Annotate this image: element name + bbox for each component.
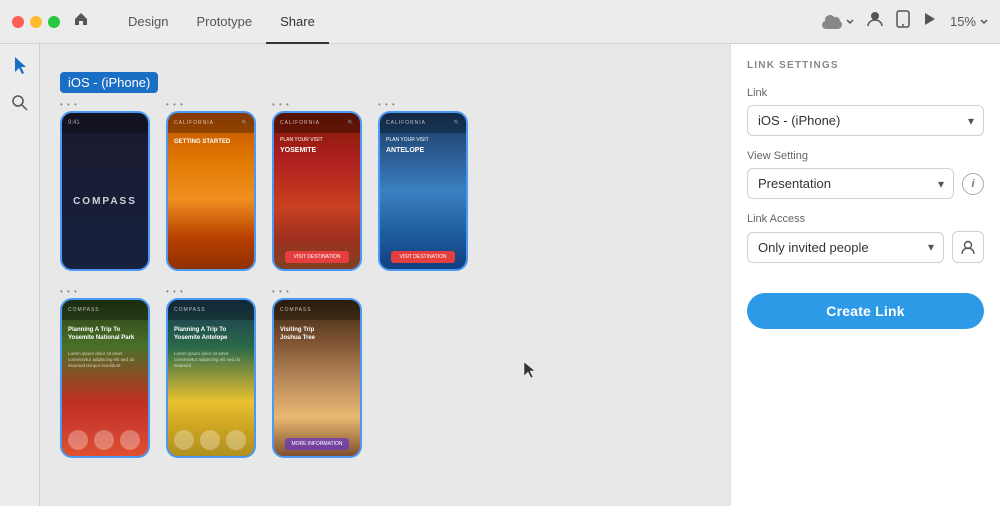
three-dots-7[interactable]: • • • — [272, 287, 362, 296]
phone-group-5: • • • COMPASS Planning A Trip ToYosemite… — [60, 287, 150, 458]
screen-top-bar-7: COMPASS — [274, 300, 360, 320]
screen-content-1: 9:41 COMPASS — [62, 113, 148, 269]
three-dots-6[interactable]: • • • — [166, 287, 256, 296]
phone-row-2: • • • COMPASS Planning A Trip ToYosemite… — [60, 287, 710, 458]
link-access-group: Link Access Only invited people Anyone w… — [747, 213, 984, 263]
screen-top-bar-2: CALIFORNIA 🔍 — [168, 113, 254, 133]
screen-content-5: COMPASS Planning A Trip ToYosemite Natio… — [62, 300, 148, 456]
phone-group-3: • • • CALIFORNIA 🔍 PLAN YOUR VISIT YOSEM… — [272, 100, 362, 271]
screen-top-bar-3: CALIFORNIA 🔍 — [274, 113, 360, 133]
link-label: Link — [747, 87, 984, 99]
screen-content-7: COMPASS Visiting TripJoshua Tree MORE IN… — [274, 300, 360, 456]
phone-mockup-2[interactable]: CALIFORNIA 🔍 GETTING STARTED — [166, 111, 256, 271]
close-button[interactable] — [12, 16, 24, 28]
phone-group-7: • • • COMPASS Visiting TripJoshua Tree M… — [272, 287, 362, 458]
tab-design[interactable]: Design — [114, 0, 182, 44]
phone-group-1: iOS - (iPhone) • • • 9:41 COMPASS — [60, 100, 150, 271]
cloud-button[interactable] — [822, 15, 854, 29]
select-tool[interactable] — [13, 56, 27, 79]
link-select-wrapper: iOS - (iPhone) ▾ — [747, 105, 984, 136]
phone-group-2: • • • CALIFORNIA 🔍 GETTING STARTED — [166, 100, 256, 271]
zoom-control[interactable]: 15% — [950, 14, 988, 29]
phone-mockup-1[interactable]: 9:41 COMPASS — [60, 111, 150, 271]
three-dots-2[interactable]: • • • — [166, 100, 256, 109]
screen-top-bar-5: COMPASS — [62, 300, 148, 320]
play-icon[interactable] — [922, 11, 938, 32]
link-access-select-wrapper: Only invited people Anyone with the link… — [747, 232, 944, 263]
screen-top-bar-4: CALIFORNIA 🔍 — [380, 113, 466, 133]
three-dots-3[interactable]: • • • — [272, 100, 362, 109]
screen-content-3: CALIFORNIA 🔍 PLAN YOUR VISIT YOSEMITE VI… — [274, 113, 360, 269]
nav-tabs: Design Prototype Share — [114, 0, 329, 44]
phone-mockup-7[interactable]: COMPASS Visiting TripJoshua Tree MORE IN… — [272, 298, 362, 458]
screen-top-bar-6: COMPASS — [168, 300, 254, 320]
link-settings-panel: LINK SETTINGS Link iOS - (iPhone) ▾ View… — [730, 44, 1000, 506]
toolbar-right: 15% — [822, 10, 988, 33]
frame-label: iOS - (iPhone) — [60, 72, 158, 93]
link-access-label: Link Access — [747, 213, 984, 225]
link-access-row: Only invited people Anyone with the link… — [747, 231, 984, 263]
user-icon[interactable] — [866, 10, 884, 33]
tab-prototype[interactable]: Prototype — [182, 0, 266, 44]
panel-title: LINK SETTINGS — [747, 60, 984, 71]
search-tool[interactable] — [12, 95, 28, 116]
home-icon[interactable] — [72, 10, 90, 33]
zoom-value: 15% — [950, 14, 976, 29]
add-people-button[interactable] — [952, 231, 984, 263]
three-dots-1[interactable]: • • • — [60, 100, 150, 109]
canvas-frames: iOS - (iPhone) • • • 9:41 COMPASS — [40, 44, 730, 478]
canvas: iOS - (iPhone) • • • 9:41 COMPASS — [0, 44, 730, 506]
tab-share[interactable]: Share — [266, 0, 329, 44]
mobile-icon[interactable] — [896, 10, 910, 33]
view-setting-label: View Setting — [747, 150, 984, 162]
screen-content-4: CALIFORNIA 🔍 PLAN YOUR VISIT ANTELOPE VI… — [380, 113, 466, 269]
view-setting-row: Presentation Developer Handoff Inspect ▾… — [747, 168, 984, 199]
screen-top-bar-1: 9:41 — [62, 113, 148, 133]
phone-group-4: • • • CALIFORNIA 🔍 PLAN YOUR VISIT ANTEL… — [378, 100, 468, 271]
phone-mockup-4[interactable]: CALIFORNIA 🔍 PLAN YOUR VISIT ANTELOPE VI… — [378, 111, 468, 271]
phone-mockup-6[interactable]: COMPASS Planning A Trip ToYosemite Antel… — [166, 298, 256, 458]
link-access-select[interactable]: Only invited people Anyone with the link — [747, 232, 944, 263]
create-link-button[interactable]: Create Link — [747, 293, 984, 329]
three-dots-4[interactable]: • • • — [378, 100, 468, 109]
view-setting-group: View Setting Presentation Developer Hand… — [747, 150, 984, 199]
link-select[interactable]: iOS - (iPhone) — [747, 105, 984, 136]
screen-content-2: CALIFORNIA 🔍 GETTING STARTED — [168, 113, 254, 269]
phone-row-1: iOS - (iPhone) • • • 9:41 COMPASS — [60, 64, 710, 271]
three-dots-5[interactable]: • • • — [60, 287, 150, 296]
link-field-group: Link iOS - (iPhone) ▾ — [747, 87, 984, 136]
view-setting-select-wrapper: Presentation Developer Handoff Inspect ▾ — [747, 168, 954, 199]
traffic-lights — [12, 16, 60, 28]
left-toolbar — [0, 44, 40, 506]
info-button[interactable]: i — [962, 173, 984, 195]
view-setting-select[interactable]: Presentation Developer Handoff Inspect — [747, 168, 954, 199]
phone-mockup-5[interactable]: COMPASS Planning A Trip ToYosemite Natio… — [60, 298, 150, 458]
titlebar: Design Prototype Share — [0, 0, 1000, 44]
maximize-button[interactable] — [48, 16, 60, 28]
screen-content-6: COMPASS Planning A Trip ToYosemite Antel… — [168, 300, 254, 456]
minimize-button[interactable] — [30, 16, 42, 28]
phone-group-6: • • • COMPASS Planning A Trip ToYosemite… — [166, 287, 256, 458]
phone-mockup-3[interactable]: CALIFORNIA 🔍 PLAN YOUR VISIT YOSEMITE VI… — [272, 111, 362, 271]
main-content: iOS - (iPhone) • • • 9:41 COMPASS — [0, 44, 1000, 506]
